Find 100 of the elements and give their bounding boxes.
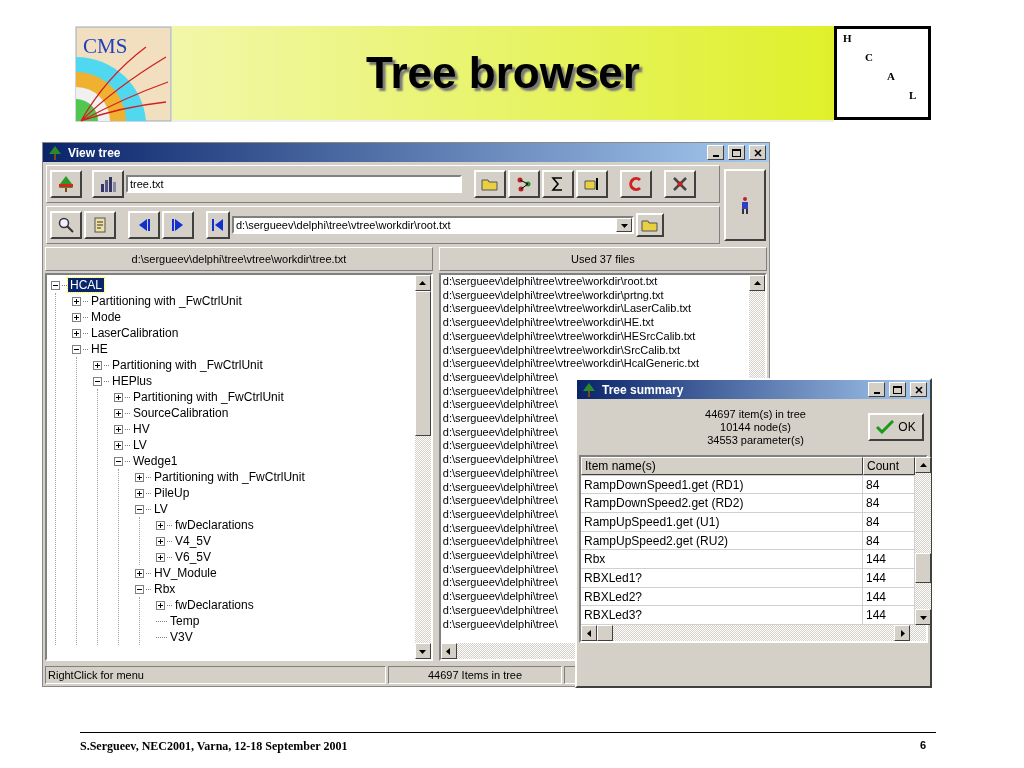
column-header[interactable]: Count (863, 457, 915, 475)
reload-button[interactable] (620, 170, 652, 198)
minimize-icon (712, 154, 719, 157)
expander-box[interactable] (114, 440, 123, 450)
scroll-button[interactable] (915, 457, 931, 473)
table-cell: RampUpSpeed1.get (U1) (581, 513, 863, 531)
tree-node[interactable]: fwDeclarations (173, 518, 256, 532)
file-path: d:\sergueev\delphi\tree\ (441, 453, 558, 467)
sum-button[interactable] (542, 170, 574, 198)
scroll-up-icon (419, 279, 427, 287)
expander-box[interactable] (135, 488, 144, 498)
scroll-button[interactable] (581, 625, 597, 641)
tree-node[interactable]: V4_5V (173, 534, 214, 548)
maximize-button[interactable] (889, 382, 906, 397)
open-folder-button[interactable] (474, 170, 506, 198)
tree-node[interactable]: V6_5V (173, 550, 214, 564)
clipboard-button[interactable] (84, 211, 116, 239)
tree-node[interactable]: LV (152, 502, 170, 516)
first-button[interactable] (206, 211, 230, 239)
scroll-thumb[interactable] (414, 291, 431, 436)
ok-button[interactable]: OK (868, 413, 924, 441)
tree-node[interactable]: LV (131, 438, 149, 452)
tools-button[interactable] (664, 170, 696, 198)
expander-box[interactable] (93, 376, 102, 386)
next-button[interactable] (162, 211, 194, 239)
tree-node[interactable]: HE (89, 342, 110, 356)
column-header[interactable]: Item name(s) (581, 457, 863, 475)
path-dropdown[interactable]: d:\sergueev\delphi\tree\vtree\workdir\root.txt (232, 216, 634, 234)
file-name-field[interactable]: tree.txt (126, 175, 462, 193)
tree-node[interactable]: SourceCalibration (131, 406, 231, 420)
tree-node[interactable]: Partitioning with _FwCtrlUnit (110, 358, 265, 372)
expander-box[interactable] (156, 600, 165, 610)
scroll-button[interactable] (440, 643, 457, 659)
tree-button[interactable] (50, 170, 82, 198)
expander-box[interactable] (72, 328, 81, 338)
nodes-button[interactable] (508, 170, 540, 198)
file-path: d:\sergueev\delphi\tree\ (441, 439, 558, 454)
search-button[interactable] (50, 211, 82, 239)
expander-box[interactable] (72, 344, 81, 354)
file-path: d:\sergueev\delphi\tree\vtree\workdir\SrcCalib.txt (441, 343, 681, 358)
tree-node[interactable]: fwDeclarations (173, 598, 256, 612)
tree-node[interactable]: Partitioning with _FwCtrlUnit (89, 294, 244, 308)
file-path: d:\sergueev\delphi\tree\ (441, 412, 558, 426)
scroll-button[interactable] (915, 609, 931, 625)
tree-node[interactable]: PileUp (152, 486, 192, 500)
table-cell: RBXLed1? (581, 569, 863, 587)
expander-box[interactable] (135, 472, 144, 482)
file-path: d:\sergueev\delphi\tree\ (441, 521, 558, 536)
expander-box[interactable] (72, 312, 81, 322)
maximize-button[interactable] (728, 145, 745, 160)
expander-box[interactable] (135, 504, 144, 514)
scroll-button[interactable] (749, 275, 765, 291)
scroll-thumb[interactable] (597, 625, 613, 641)
expander-box[interactable] (114, 392, 123, 402)
previous-button[interactable] (128, 211, 160, 239)
scroll-down-icon (620, 221, 628, 229)
tree-node[interactable]: HCAL (68, 278, 104, 292)
expander-box[interactable] (135, 568, 144, 578)
dropdown-button[interactable] (616, 218, 632, 232)
tree-node[interactable]: LaserCalibration (89, 326, 181, 340)
expander-box[interactable] (156, 536, 165, 546)
list-button[interactable] (576, 170, 608, 198)
expander-box[interactable] (72, 296, 81, 306)
file-path: d:\sergueev\delphi\tree\ (441, 576, 558, 591)
expander-box[interactable] (114, 408, 123, 418)
vertical-scrollbar[interactable] (414, 275, 431, 659)
tree-node[interactable]: Partitioning with _FwCtrlUnit (152, 470, 307, 484)
scroll-button[interactable] (414, 275, 431, 291)
tree-node[interactable]: HV (131, 422, 152, 436)
expander-box[interactable] (114, 424, 123, 434)
tree-node[interactable]: HV_Module (152, 566, 219, 580)
expander-box[interactable] (156, 552, 165, 562)
tree-icon (57, 175, 75, 193)
scroll-button[interactable] (414, 643, 431, 659)
expander-box[interactable] (114, 456, 123, 466)
expander-box[interactable] (51, 280, 60, 290)
status-text: 44697 Items in tree (388, 666, 562, 684)
expander-box[interactable] (135, 584, 144, 594)
tree-node[interactable]: Temp (168, 614, 202, 628)
check-icon (876, 420, 895, 434)
tree-node[interactable]: HEPlus (110, 374, 154, 388)
vertical-scrollbar[interactable] (915, 457, 931, 625)
tree-node[interactable]: Partitioning with _FwCtrlUnit (131, 390, 286, 404)
horizontal-scrollbar[interactable] (581, 625, 926, 641)
close-button[interactable] (910, 382, 927, 397)
tree-node[interactable]: V3V (168, 630, 195, 644)
open-folder-button[interactable] (636, 213, 664, 237)
maximize-icon (732, 148, 741, 157)
close-button[interactable] (749, 145, 766, 160)
minimize-button[interactable] (868, 382, 885, 397)
scroll-button[interactable] (894, 625, 910, 641)
figure-button[interactable] (724, 168, 766, 241)
tree-node[interactable]: Rbx (152, 582, 178, 596)
minimize-button[interactable] (707, 145, 724, 160)
expander-box[interactable] (93, 360, 102, 370)
tree-node[interactable]: Wedge1 (131, 454, 180, 468)
chart-button[interactable] (92, 170, 124, 198)
tree-node[interactable]: Mode (89, 310, 124, 324)
expander-box[interactable] (156, 520, 165, 530)
scroll-thumb[interactable] (915, 553, 931, 583)
